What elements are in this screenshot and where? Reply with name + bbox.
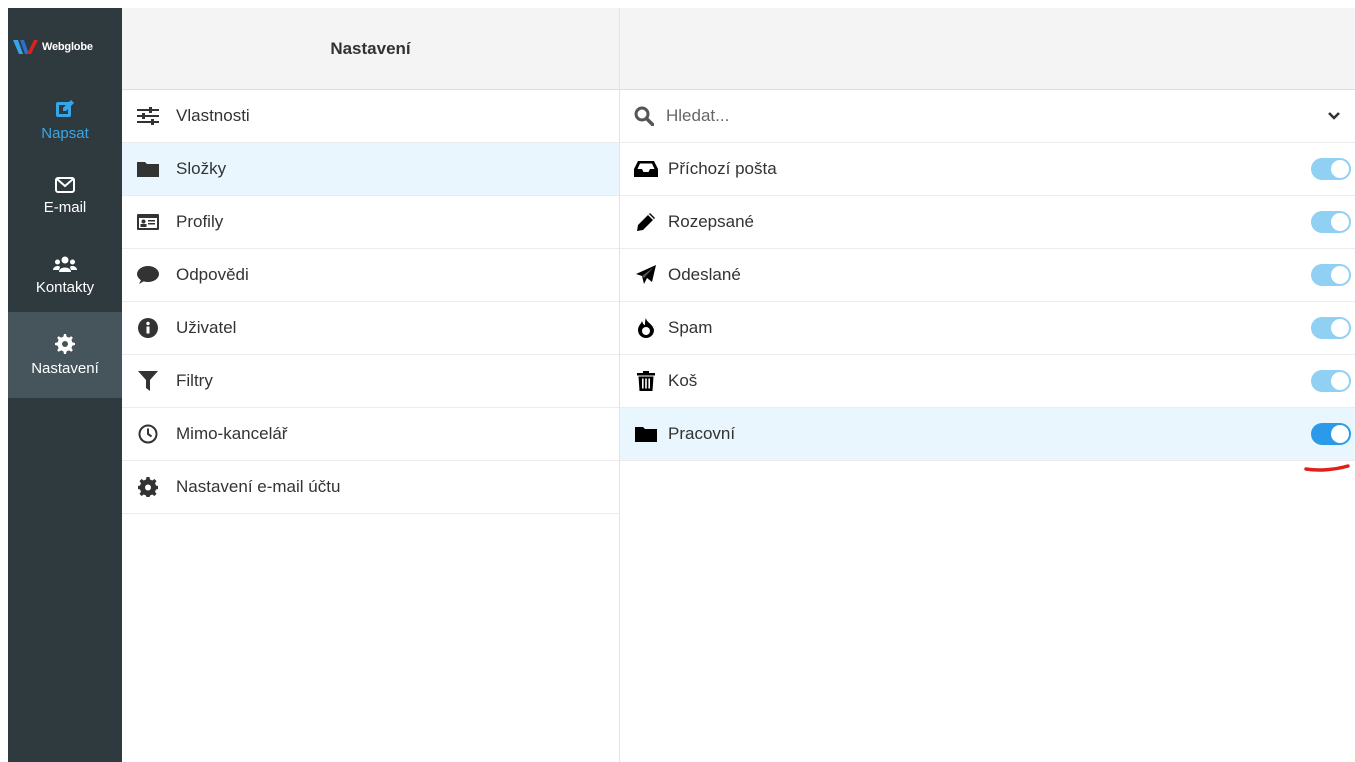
settings-menu-panel: Nastavení Vlastnosti Složky Profily Odpo…	[122, 8, 620, 762]
nav-contacts-label: Kontakty	[35, 278, 95, 296]
folder-label: Odeslané	[668, 265, 741, 284]
settings-item-user[interactable]: Uživatel	[122, 302, 619, 355]
toggle-knob	[1331, 213, 1349, 231]
envelope-icon	[55, 176, 75, 193]
folder-row-trash[interactable]: Koš	[620, 355, 1355, 408]
id-card-icon	[136, 212, 160, 232]
folder-search-bar	[620, 90, 1355, 143]
settings-item-filters[interactable]: Filtry	[122, 355, 619, 408]
pencil-icon	[634, 212, 658, 232]
sliders-icon	[136, 106, 160, 126]
folder-label: Pracovní	[668, 424, 736, 443]
settings-item-identities[interactable]: Profily	[122, 196, 619, 249]
subscribe-toggle[interactable]	[1311, 211, 1351, 233]
nav-settings[interactable]: Nastavení	[8, 312, 122, 398]
brand-name: Webglobe	[42, 41, 93, 53]
top-strip	[0, 0, 1355, 8]
nav-email[interactable]: E-mail	[8, 154, 122, 238]
folders-panel: Příchozí pošta Rozepsané Odeslané Spam K…	[620, 8, 1355, 762]
settings-item-label: Filtry	[176, 371, 213, 390]
gear-icon	[55, 333, 75, 354]
clock-icon	[136, 424, 160, 444]
subscribe-toggle[interactable]	[1311, 370, 1351, 392]
brand-logo[interactable]: Webglobe	[8, 8, 122, 86]
folder-row-inbox[interactable]: Příchozí pošta	[620, 143, 1355, 196]
nav-compose[interactable]: Napsat	[8, 78, 122, 162]
settings-item-label: Mimo-kancelář	[176, 424, 288, 443]
settings-item-out-of-office[interactable]: Mimo-kancelář	[122, 408, 619, 461]
nav-settings-label: Nastavení	[31, 359, 99, 377]
toggle-knob	[1331, 372, 1349, 390]
subscribe-toggle[interactable]	[1311, 423, 1351, 445]
filter-icon	[136, 371, 160, 391]
settings-item-label: Profily	[176, 212, 224, 231]
subscribe-toggle[interactable]	[1311, 317, 1351, 339]
annotation-underline	[1304, 464, 1350, 472]
app-sidebar: Webglobe Napsat E-mail Kontakty Nastaven…	[8, 8, 122, 762]
search-icon[interactable]	[634, 106, 658, 127]
settings-menu-header: Nastavení	[122, 8, 619, 90]
folder-row-sent[interactable]: Odeslané	[620, 249, 1355, 302]
folder-icon	[136, 159, 160, 179]
nav-email-label: E-mail	[43, 198, 87, 216]
nav-contacts[interactable]: Kontakty	[8, 232, 122, 318]
paper-plane-icon	[634, 265, 658, 285]
settings-item-label: Uživatel	[176, 318, 237, 337]
webglobe-logo-icon	[13, 40, 38, 54]
folder-row-drafts[interactable]: Rozepsané	[620, 196, 1355, 249]
folder-row-spam[interactable]: Spam	[620, 302, 1355, 355]
settings-item-email-account[interactable]: Nastavení e-mail účtu	[122, 461, 619, 514]
gear-icon	[136, 477, 160, 497]
toggle-knob	[1331, 160, 1349, 178]
folder-label: Spam	[668, 318, 713, 337]
settings-item-preferences[interactable]: Vlastnosti	[122, 90, 619, 143]
chevron-down-icon[interactable]	[1327, 109, 1341, 123]
trash-icon	[634, 371, 658, 391]
toggle-knob	[1331, 319, 1349, 337]
toggle-knob	[1331, 266, 1349, 284]
settings-item-label: Složky	[176, 159, 227, 178]
fire-icon	[634, 318, 658, 338]
info-icon	[136, 318, 160, 338]
folder-search-input[interactable]	[664, 105, 1327, 127]
settings-item-label: Vlastnosti	[176, 106, 250, 125]
subscribe-toggle[interactable]	[1311, 264, 1351, 286]
inbox-icon	[634, 159, 658, 179]
folder-label: Příchozí pošta	[668, 159, 777, 178]
subscribe-toggle[interactable]	[1311, 158, 1351, 180]
settings-item-folders[interactable]: Složky	[122, 143, 619, 196]
folder-icon	[634, 424, 658, 444]
users-icon	[53, 256, 77, 272]
folder-row-work[interactable]: Pracovní	[620, 408, 1355, 461]
folder-label: Rozepsané	[668, 212, 755, 231]
toggle-knob	[1331, 425, 1349, 443]
edit-icon	[56, 99, 74, 117]
comment-icon	[136, 265, 160, 285]
settings-menu-title: Nastavení	[330, 38, 411, 58]
settings-item-responses[interactable]: Odpovědi	[122, 249, 619, 302]
folder-label: Koš	[668, 371, 698, 390]
nav-compose-label: Napsat	[41, 124, 89, 142]
settings-item-label: Odpovědi	[176, 265, 249, 284]
folders-header	[620, 8, 1355, 90]
settings-item-label: Nastavení e-mail účtu	[176, 477, 341, 496]
